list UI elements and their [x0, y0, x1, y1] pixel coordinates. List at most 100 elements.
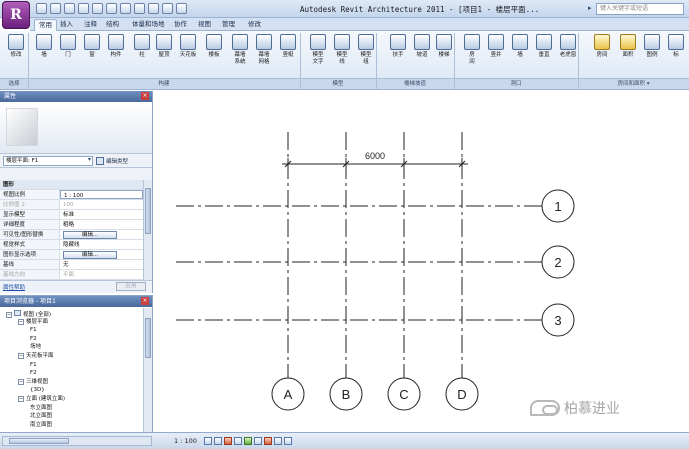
ribbon-tool-19[interactable]: 竖井	[484, 34, 508, 59]
section-icon[interactable]	[148, 3, 159, 14]
drawing-canvas[interactable]: A B C D 1 2 3 6000	[156, 92, 689, 432]
grid-label-A[interactable]: A	[284, 387, 293, 402]
edit-type-button[interactable]: 编辑类型	[96, 156, 128, 165]
switch-windows-icon[interactable]	[176, 3, 187, 14]
ribbon-tool-16[interactable]: 坡道	[410, 34, 434, 59]
show-crop-icon[interactable]	[254, 437, 262, 445]
ribbon-tool-4[interactable]: 构件	[104, 34, 128, 59]
grid-label-1[interactable]: 1	[554, 199, 561, 214]
3d-view-icon[interactable]	[134, 3, 145, 14]
grid-label-C[interactable]: C	[399, 387, 408, 402]
sun-path-icon[interactable]	[224, 437, 232, 445]
ribbon-tool-7[interactable]: 天花板	[176, 34, 200, 59]
property-edit-button[interactable]: 编辑...	[63, 231, 117, 239]
tree-node[interactable]: 北立面图	[30, 413, 52, 420]
tree-node[interactable]: − 天花板平面	[18, 353, 54, 360]
tab-7[interactable]: 管理	[218, 19, 239, 31]
apply-button[interactable]: 应用	[116, 282, 146, 291]
grid-label-B[interactable]: B	[342, 387, 351, 402]
scrollbar-thumb[interactable]	[9, 438, 69, 444]
ribbon-tool-21[interactable]: 垂直	[532, 34, 556, 59]
property-value-input[interactable]: 1 : 100	[60, 190, 143, 199]
ribbon-tool-5[interactable]: 柱	[130, 34, 154, 59]
tree-node[interactable]: − 三维视图	[18, 378, 48, 386]
close-icon[interactable]: ×	[141, 297, 149, 305]
ribbon-tool-2[interactable]: 门	[56, 34, 80, 59]
property-value[interactable]: 隐藏线	[60, 240, 143, 249]
undo-icon[interactable]	[64, 3, 75, 14]
tab-4[interactable]: 体量和场地	[128, 19, 169, 31]
thin-lines-icon[interactable]	[162, 3, 173, 14]
ribbon-tool-20[interactable]: 墙	[508, 34, 532, 59]
ribbon-tool-0[interactable]: 修改	[4, 34, 28, 59]
tree-node[interactable]: F2	[30, 336, 37, 343]
shadows-icon[interactable]	[234, 437, 242, 445]
visual-style-icon[interactable]	[214, 437, 222, 445]
ribbon-tool-24[interactable]: 面积	[616, 34, 640, 59]
tab-2[interactable]: 注释	[80, 19, 101, 31]
tab-8[interactable]: 修改	[244, 19, 265, 31]
ribbon-group-label[interactable]: 洞口	[454, 78, 578, 89]
tree-node[interactable]: 东立面图	[30, 405, 52, 412]
collapse-icon[interactable]: −	[18, 396, 24, 402]
property-value[interactable]: 粗略	[60, 220, 143, 229]
ribbon-tool-1[interactable]: 墙	[32, 34, 56, 59]
ribbon-tool-15[interactable]: 扶手	[386, 34, 410, 59]
search-arrow-icon[interactable]: ▸	[588, 4, 592, 12]
temporary-hide-icon[interactable]	[264, 437, 272, 445]
ribbon-tool-23[interactable]: 房间	[590, 34, 614, 59]
tree-node[interactable]: 场地	[30, 344, 41, 351]
dimension-text[interactable]: 6000	[365, 151, 385, 161]
ribbon-group-label[interactable]: 构建	[28, 78, 300, 89]
scrollbar-thumb[interactable]	[145, 188, 151, 234]
tree-node[interactable]: − 立面 (建筑立面)	[18, 396, 65, 403]
ribbon-tool-22[interactable]: 老虎窗	[556, 34, 580, 59]
properties-section-graphics[interactable]: 图形	[0, 180, 143, 190]
measure-icon[interactable]	[92, 3, 103, 14]
tab-3[interactable]: 结构	[102, 19, 123, 31]
ribbon-group-label[interactable]: 房间和面积 ▾	[578, 78, 689, 89]
property-edit-button[interactable]: 编辑...	[63, 251, 117, 259]
browser-scrollbar[interactable]	[143, 308, 152, 432]
ribbon-tool-17[interactable]: 楼梯	[432, 34, 456, 59]
ribbon-tool-11[interactable]: 竖梃	[276, 34, 300, 59]
scrollbar-thumb[interactable]	[145, 318, 151, 358]
tree-node[interactable]: {3D}	[30, 387, 45, 394]
tree-node[interactable]: F2	[30, 370, 37, 377]
tree-node[interactable]: 南立面图	[30, 422, 52, 429]
detail-level-icon[interactable]	[204, 437, 212, 445]
text-icon[interactable]	[120, 3, 131, 14]
ribbon-group-label[interactable]: 楼梯坡道	[376, 78, 454, 89]
ribbon-tool-26[interactable]: 标	[664, 34, 688, 59]
tab-1[interactable]: 插入	[56, 19, 77, 31]
tree-node[interactable]: − 楼层平面	[18, 318, 48, 326]
reveal-hidden-icon[interactable]	[274, 437, 282, 445]
ribbon-tool-6[interactable]: 屋顶	[152, 34, 176, 59]
ribbon-tool-18[interactable]: 房 间	[460, 34, 484, 66]
save-icon[interactable]	[50, 3, 61, 14]
type-selector-dropdown[interactable]: 楼层平面: F1	[3, 155, 93, 166]
tab-6[interactable]: 视图	[194, 19, 215, 31]
ribbon-tool-8[interactable]: 楼板	[202, 34, 226, 59]
collapse-icon[interactable]: −	[18, 378, 24, 385]
close-icon[interactable]: ×	[141, 92, 149, 100]
ribbon-tool-13[interactable]: 模型 线	[330, 34, 354, 66]
collapse-icon[interactable]: −	[6, 312, 12, 318]
crop-view-icon[interactable]	[244, 437, 252, 445]
ribbon-tool-25[interactable]: 图例	[640, 34, 664, 59]
ribbon-tool-12[interactable]: 模型 文字	[306, 34, 330, 66]
ribbon-tool-10[interactable]: 幕墙 网格	[252, 34, 276, 66]
ribbon-tool-3[interactable]: 窗	[80, 34, 104, 59]
ribbon-group-label[interactable]: 选择	[0, 78, 28, 89]
property-value[interactable]: 无	[60, 260, 143, 269]
ribbon-tool-14[interactable]: 模型 组	[354, 34, 378, 66]
dimension-icon[interactable]	[106, 3, 117, 14]
application-menu-button[interactable]: R	[2, 1, 30, 29]
property-value[interactable]: 标准	[60, 210, 143, 219]
view-scale[interactable]: 1 : 100	[174, 437, 197, 445]
tab-0[interactable]: 常用	[34, 19, 57, 31]
collapse-icon[interactable]: −	[18, 318, 24, 325]
ribbon-tool-9[interactable]: 幕墙 系统	[228, 34, 252, 66]
grid-label-2[interactable]: 2	[554, 255, 561, 270]
open-icon[interactable]	[36, 3, 47, 14]
